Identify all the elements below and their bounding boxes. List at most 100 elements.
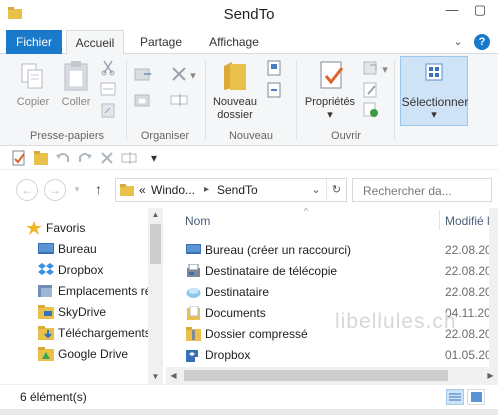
breadcrumb-chevron-icon[interactable]: ▸ [204, 184, 209, 195]
large-icons-view-icon[interactable] [467, 389, 485, 405]
help-icon[interactable]: ? [474, 34, 490, 50]
new-folder-label-2[interactable]: dossier [208, 109, 262, 122]
file-row[interactable]: Destinataire 22.08.201 [166, 282, 498, 303]
new-item-icon[interactable] [266, 60, 284, 76]
up-button[interactable]: ↑ [95, 181, 102, 197]
tab-view[interactable]: Affichage [200, 30, 268, 54]
title-bar: SendTo — ▢ [0, 0, 498, 30]
nav-item-recent-places[interactable]: Emplacements ré [0, 281, 148, 302]
column-header-modified[interactable]: Modifié l [445, 214, 490, 238]
paste-icon[interactable] [62, 60, 90, 92]
tab-share[interactable]: Partage [132, 30, 190, 54]
breadcrumb-windows[interactable]: Windo... [151, 183, 195, 197]
window-title: SendTo [223, 6, 275, 23]
nav-item-desktop[interactable]: Bureau [0, 239, 148, 260]
select-label: Sélectionner [401, 95, 469, 109]
scroll-left-icon[interactable]: ◀ [166, 367, 181, 384]
nav-item-label: SkyDrive [58, 305, 107, 319]
nav-item-label: Téléchargements [58, 326, 148, 340]
column-header-name[interactable]: Nom [185, 214, 210, 238]
nav-item-downloads[interactable]: Téléchargements [0, 323, 148, 344]
folder-icon [120, 184, 134, 196]
open-icon[interactable] [362, 60, 380, 76]
recent-locations-icon[interactable]: ▾ [70, 179, 84, 201]
new-folder-label[interactable]: Nouveau [208, 96, 262, 109]
properties-button[interactable]: Propriétés [300, 96, 360, 109]
file-row[interactable]: Destinataire de télécopie 22.08.201 [166, 261, 498, 282]
history-icon[interactable] [362, 102, 380, 118]
desktop-icon [38, 243, 54, 254]
cut-icon[interactable] [100, 60, 116, 76]
back-button[interactable]: ← [16, 179, 38, 201]
navigation-pane: Favoris Bureau Dropbox Emplacements ré S… [0, 208, 164, 384]
maximize-button[interactable]: ▢ [466, 0, 494, 22]
search-input[interactable]: Rechercher da... [352, 178, 492, 202]
properties-dropdown-icon[interactable]: ▾ [325, 109, 335, 122]
refresh-icon[interactable]: ↻ [326, 179, 346, 201]
content-horizontal-scrollbar[interactable]: ◀ ▶ [166, 367, 498, 384]
breadcrumb-overflow[interactable]: « [139, 183, 146, 197]
file-row[interactable]: Bureau (créer un raccourci) 22.08.201 [166, 240, 498, 261]
nav-item-google-drive[interactable]: Google Drive [0, 344, 148, 365]
file-row[interactable]: Dropbox 01.05.201 [166, 345, 498, 366]
details-view-icon[interactable] [446, 389, 464, 405]
new-group-label: Nouveau [228, 130, 274, 142]
select-all-icon [425, 63, 443, 81]
nav-item-skydrive[interactable]: SkyDrive [0, 302, 148, 323]
rename-icon[interactable] [170, 92, 188, 108]
address-dropdown-icon[interactable]: ⌄ [306, 179, 326, 201]
content-scrollbar-thumb[interactable] [184, 370, 448, 381]
rename-quick-icon[interactable] [121, 150, 137, 166]
file-name: Dossier compressé [205, 327, 308, 341]
scroll-right-icon[interactable]: ▶ [483, 367, 498, 384]
tab-home[interactable]: Accueil [66, 30, 124, 55]
copy-to-icon[interactable] [134, 92, 152, 108]
new-folder-quick-icon[interactable] [33, 150, 49, 166]
scroll-up-icon[interactable]: ▲ [148, 208, 163, 222]
redo-icon[interactable] [77, 150, 93, 166]
breadcrumb-sendto[interactable]: SendTo [217, 183, 258, 197]
nav-item-label: Dropbox [58, 263, 104, 277]
item-count: 6 élément(s) [20, 390, 87, 404]
new-folder-icon[interactable] [220, 60, 250, 92]
ribbon-expand-icon[interactable]: ⌄ [450, 34, 466, 50]
paste-button[interactable]: Coller [56, 96, 96, 109]
large-icons-glyph [471, 392, 482, 402]
nav-scrollbar-thumb[interactable] [150, 224, 161, 264]
window-frame-bottom [0, 409, 498, 415]
file-name: Documents [205, 306, 266, 320]
scroll-down-icon[interactable]: ▼ [148, 370, 163, 384]
search-placeholder: Rechercher da... [363, 184, 452, 198]
zip-folder-icon [186, 327, 201, 341]
edit-icon[interactable] [362, 82, 380, 98]
minimize-button[interactable]: — [438, 0, 466, 22]
address-bar[interactable]: « Windo... ▸ SendTo ⌄ ↻ [115, 178, 347, 202]
properties-quick-icon[interactable] [11, 150, 27, 166]
delete-dropdown-icon[interactable]: ▾ [188, 70, 198, 83]
delete-quick-icon[interactable] [99, 150, 115, 166]
copy-icon[interactable] [20, 62, 46, 92]
properties-icon[interactable] [318, 60, 346, 92]
ribbon: Copier Coller Presse-papiers ▾ Organiser… [0, 54, 498, 146]
tab-file[interactable]: Fichier [6, 30, 62, 54]
file-list: ^ Nom Modifié l Bureau (créer un raccour… [166, 206, 498, 384]
move-to-icon[interactable] [134, 66, 152, 82]
copy-path-icon[interactable] [100, 82, 116, 96]
content-vertical-scrollbar[interactable] [489, 208, 498, 367]
nav-item-dropbox[interactable]: Dropbox [0, 260, 148, 281]
column-divider[interactable] [439, 210, 440, 230]
sort-ascending-icon: ^ [304, 206, 309, 216]
paste-shortcut-icon[interactable] [100, 102, 116, 118]
easy-access-icon[interactable] [266, 82, 284, 98]
forward-button[interactable]: → [44, 179, 66, 201]
nav-item-label: Bureau [58, 242, 97, 256]
undo-icon[interactable] [55, 150, 71, 166]
delete-icon[interactable] [170, 66, 188, 82]
nav-item-favorites[interactable]: Favoris [0, 218, 148, 239]
customize-toolbar-icon[interactable]: ▾ [146, 150, 162, 166]
open-dropdown-icon[interactable]: ▾ [380, 64, 390, 77]
group-divider [126, 60, 127, 140]
copy-button[interactable]: Copier [12, 96, 54, 109]
nav-scrollbar[interactable]: ▲ ▼ [148, 208, 163, 384]
group-divider [205, 60, 206, 140]
